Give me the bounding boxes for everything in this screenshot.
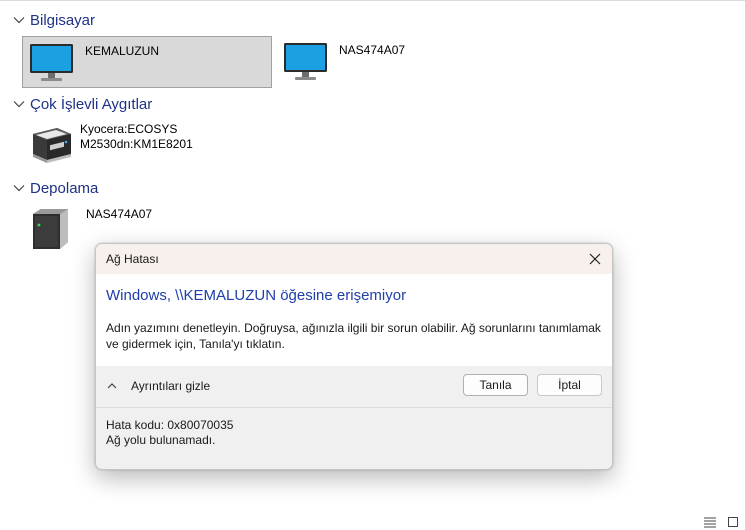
error-details: Hata kodu: 0x80070035 Ağ yolu bulunamadı… <box>106 418 233 448</box>
close-button[interactable] <box>584 248 606 270</box>
group-header-bilgisayar[interactable]: Bilgisayar <box>12 10 95 30</box>
toggle-details-button[interactable]: Ayrıntıları gizle <box>106 376 210 396</box>
group-header-cok-islevli-aygitlar[interactable]: Çok İşlevli Aygıtlar <box>12 94 152 114</box>
dialog-message: Adın yazımını denetleyin. Doğruysa, ağın… <box>106 321 601 351</box>
monitor-icon <box>284 43 327 80</box>
chevron-down-icon <box>13 185 25 192</box>
network-error-dialog: Ağ Hatası Windows, \\KEMALUZUN öğesine e… <box>95 243 613 470</box>
device-label-line2: M2530dn:KM1E8201 <box>80 137 193 151</box>
dialog-titlebar: Ağ Hatası <box>96 244 612 274</box>
group-title: Depolama <box>30 179 99 197</box>
group-title: Çok İşlevli Aygıtlar <box>30 95 153 113</box>
details-view-icon[interactable] <box>703 516 717 528</box>
top-divider <box>0 0 745 1</box>
diagnose-button[interactable]: Tanıla <box>463 374 528 396</box>
cancel-button[interactable]: İptal <box>537 374 602 396</box>
dialog-heading: Windows, \\KEMALUZUN öğesine erişemiyor <box>106 287 407 304</box>
device-tile-nas474a07-computer[interactable]: NAS474A07 <box>278 36 478 88</box>
device-label: KEMALUZUN <box>85 44 160 58</box>
chevron-up-icon <box>107 383 117 389</box>
error-code: Hata kodu: 0x80070035 <box>106 418 234 432</box>
toggle-details-label: Ayrıntıları gizle <box>131 379 211 393</box>
device-tile-kemaluzun[interactable]: KEMALUZUN <box>22 36 272 88</box>
storage-drive-icon <box>33 209 68 249</box>
dialog-body: Windows, \\KEMALUZUN öğesine erişemiyor … <box>96 274 612 366</box>
device-label: NAS474A07 <box>339 43 406 57</box>
device-label: NAS474A07 <box>86 207 153 221</box>
dialog-title: Ağ Hatası <box>106 252 159 266</box>
large-icons-view-icon[interactable] <box>727 516 739 528</box>
dialog-actions: Ayrıntıları gizle Tanıla İptal <box>96 366 612 408</box>
printer-icon <box>33 128 71 163</box>
group-header-depolama[interactable]: Depolama <box>12 178 98 198</box>
view-switcher <box>703 516 739 528</box>
close-icon <box>589 253 601 265</box>
chevron-down-icon <box>13 17 25 24</box>
device-label-line1: Kyocera:ECOSYS <box>80 122 178 136</box>
monitor-icon <box>30 44 73 81</box>
chevron-down-icon <box>13 101 25 108</box>
group-title: Bilgisayar <box>30 11 96 29</box>
device-tile-kyocera-printer[interactable]: Kyocera:ECOSYS M2530dn:KM1E8201 <box>22 116 272 168</box>
error-text: Ağ yolu bulunamadı. <box>106 433 216 447</box>
